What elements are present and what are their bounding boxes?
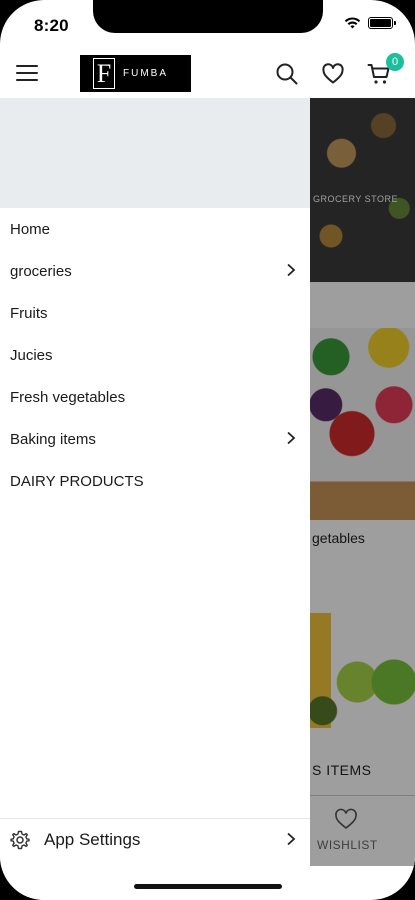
menu-item-label: Jucies [10, 346, 53, 364]
status-time: 8:20 [34, 16, 69, 35]
logo-text: FUMBA [123, 68, 168, 79]
search-button[interactable] [275, 62, 299, 86]
menu-item-label: Baking items [10, 430, 96, 448]
drawer-banner [0, 98, 310, 208]
cart-count-badge: 0 [386, 53, 404, 71]
side-drawer: Home groceries Fruits Jucies Fresh veget… [0, 98, 310, 900]
logo-mark: F [93, 58, 115, 89]
notch [93, 0, 323, 33]
chevron-right-icon [287, 263, 296, 277]
wishlist-button[interactable] [321, 62, 345, 86]
wifi-icon [344, 17, 361, 29]
status-icons [344, 17, 396, 29]
menu-item-label: groceries [10, 262, 72, 280]
phone-screen: 8:20 F FUMBA 0 GROCERY STORE getables S … [0, 0, 415, 900]
menu-item-home[interactable]: Home [0, 208, 310, 250]
search-icon [276, 63, 298, 85]
battery-icon [368, 17, 396, 29]
status-bar: 8:20 [0, 0, 415, 50]
menu-item-dairy-products[interactable]: DAIRY PRODUCTS [0, 460, 310, 502]
menu-item-label: Fresh vegetables [10, 388, 126, 406]
app-settings-button[interactable]: App Settings [0, 818, 310, 860]
app-header: F FUMBA 0 [0, 50, 415, 98]
menu-icon[interactable] [16, 65, 38, 83]
drawer-backdrop[interactable] [310, 98, 415, 866]
menu-item-label: DAIRY PRODUCTS [10, 472, 144, 490]
chevron-right-icon [287, 431, 296, 445]
cart-button[interactable]: 0 [367, 53, 404, 86]
menu-item-groceries[interactable]: groceries [0, 250, 310, 292]
menu-item-fruits[interactable]: Fruits [0, 292, 310, 334]
drawer-menu: Home groceries Fruits Jucies Fresh veget… [0, 208, 310, 502]
gear-icon [10, 830, 30, 849]
menu-item-label: Home [10, 220, 51, 238]
brand-logo[interactable]: F FUMBA [80, 55, 191, 92]
home-indicator[interactable] [134, 884, 282, 889]
menu-item-jucies[interactable]: Jucies [0, 334, 310, 376]
menu-item-label: Fruits [10, 304, 48, 322]
chevron-right-icon [287, 832, 296, 846]
menu-item-baking-items[interactable]: Baking items [0, 418, 310, 460]
app-settings-label: App Settings [44, 829, 141, 849]
heart-icon [322, 63, 344, 84]
header-actions: 0 [275, 53, 404, 86]
menu-item-fresh-vegetables[interactable]: Fresh vegetables [0, 376, 310, 418]
